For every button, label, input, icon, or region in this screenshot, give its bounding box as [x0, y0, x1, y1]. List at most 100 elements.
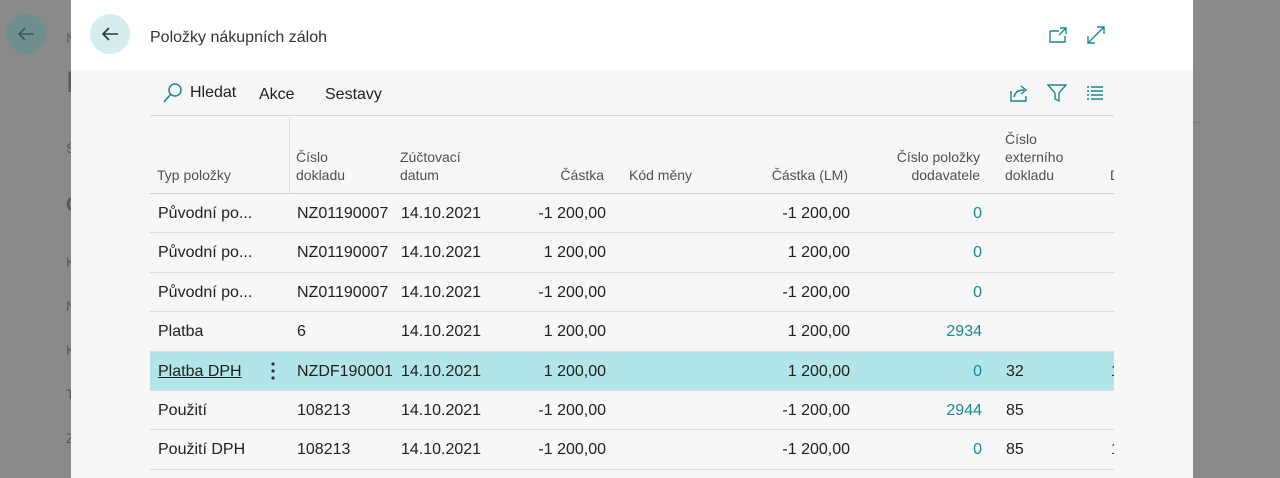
cell-cislo-polozky[interactable]: 2944 [890, 391, 982, 430]
column-header-externi-doklad[interactable]: Číslo externího dokladu [1005, 130, 1063, 184]
cell-typ[interactable]: Použití DPH [158, 430, 258, 469]
column-header-cislo-polozky[interactable]: Číslo položky dodavatele [875, 148, 980, 184]
expand-icon[interactable] [1085, 24, 1107, 46]
cell-castka-lm: -1 200,00 [782, 205, 850, 222]
actions-menu[interactable]: Akce [259, 86, 295, 104]
cell-kod-meny [629, 273, 729, 312]
cell-cislo-dokladu: NZ01190007 [297, 244, 389, 262]
action-bar: Hledat Akce Sestavy [150, 70, 1114, 116]
cell-extra [1111, 391, 1114, 430]
cell-cislo-dokladu: 108213 [297, 441, 351, 459]
cell-kod-meny [629, 352, 729, 391]
column-header-extra[interactable]: D [1110, 166, 1114, 184]
table-header: Typ položky Číslo dokladu Zúčtovací datum … [150, 117, 1114, 194]
cell-kod-meny [629, 312, 729, 351]
cell-cislo-polozky[interactable]: 0 [890, 194, 982, 233]
entries-table: Typ položky Číslo dokladu Zúčtovací datum … [150, 117, 1114, 470]
open-in-new-window-icon[interactable] [1047, 24, 1069, 46]
search-label: Hledat [190, 84, 237, 101]
cell-typ[interactable]: Původní po... [158, 233, 258, 272]
cell-castka-lm: -1 200,00 [782, 441, 850, 459]
cell-typ[interactable]: Platba DPH [158, 352, 258, 391]
cell-cislo-polozky[interactable]: 0 [890, 273, 982, 312]
back-button[interactable] [90, 14, 130, 54]
cell-extra [1111, 273, 1114, 312]
cell-kod-meny [629, 233, 729, 272]
column-header-castka[interactable]: Částka [530, 166, 604, 184]
cell-extra [1111, 312, 1114, 351]
cell-kod-meny [629, 391, 729, 430]
cell-externi-doklad [1006, 233, 1096, 272]
cell-datum: 14.10.2021 [401, 283, 482, 301]
cell-castka: 1 200,00 [543, 244, 606, 262]
cell-typ[interactable]: Původní po... [158, 273, 258, 312]
cell-datum: 14.10.2021 [401, 205, 482, 222]
column-divider [289, 117, 290, 194]
cell-cislo-dokladu: NZ01190007 [297, 283, 389, 301]
cell-cislo-dokladu: 108213 [297, 401, 351, 419]
cell-castka-lm: -1 200,00 [782, 401, 850, 419]
share-icon[interactable] [1008, 82, 1030, 104]
cell-extra [1111, 194, 1114, 233]
table-row[interactable]: Původní po... NZ01190007 14.10.2021 1 200,0… [150, 233, 1114, 273]
cell-datum: 14.10.2021 [401, 441, 482, 459]
cell-typ[interactable]: Platba [158, 312, 258, 351]
cell-castka-lm: 1 200,00 [787, 362, 850, 380]
cell-typ[interactable]: Použití [158, 391, 258, 430]
reports-menu[interactable]: Sestavy [325, 86, 382, 104]
cell-externi-doklad: 32 [1006, 362, 1024, 380]
dialog-header: Položky nákupních záloh [71, 0, 1193, 70]
list-view-icon[interactable] [1084, 82, 1106, 104]
table-row[interactable]: Platba DPH NZDF190001 14.10.2021 1 200,00 1 … [150, 351, 1114, 391]
cell-cislo-dokladu: NZ01190007 [297, 205, 389, 222]
cell-cislo-dokladu: NZDF190001 [297, 362, 392, 380]
cell-externi-doklad [1006, 312, 1096, 351]
arrow-left-icon [17, 27, 34, 41]
cell-datum: 14.10.2021 [401, 401, 482, 419]
column-header-kod-meny[interactable]: Kód měny [629, 166, 692, 184]
table-row[interactable]: Původní po... NZ01190007 14.10.2021 -1 200,… [150, 272, 1114, 313]
cell-datum: 14.10.2021 [401, 362, 482, 380]
cell-externi-doklad: 85 [1006, 441, 1024, 459]
filter-icon[interactable] [1046, 82, 1068, 104]
column-header-typ[interactable]: Typ položky [157, 166, 231, 184]
cell-cislo-dokladu: 6 [297, 323, 306, 341]
search-button[interactable]: Hledat [162, 82, 236, 104]
cell-castka: -1 200,00 [538, 283, 606, 301]
column-header-datum[interactable]: Zúčtovací datum [400, 148, 461, 184]
cell-castka: -1 200,00 [538, 401, 606, 419]
cell-externi-doklad [1006, 273, 1096, 312]
cell-cislo-polozky[interactable]: 0 [890, 233, 982, 272]
cell-kod-meny [629, 194, 729, 233]
column-header-castka-lm[interactable]: Částka (LM) [748, 166, 848, 184]
cell-typ[interactable]: Původní po... [158, 194, 258, 233]
purchase-advance-entries-dialog: Položky nákupních záloh Hledat Akce Sest… [71, 0, 1193, 478]
cell-cislo-polozky[interactable]: 2934 [890, 312, 982, 351]
cell-extra: 1 [1111, 352, 1114, 391]
page-title: Položky nákupních záloh [150, 29, 327, 46]
cell-datum: 14.10.2021 [401, 244, 482, 262]
cell-externi-doklad: 85 [1006, 401, 1024, 419]
cell-castka-lm: -1 200,00 [782, 283, 850, 301]
dialog-content: Hledat Akce Sestavy Typ položky Číslo dok… [150, 70, 1114, 478]
table-row[interactable]: Použití 108213 14.10.2021 -1 200,00 -1 200,0… [150, 390, 1114, 431]
background-divider [1193, 122, 1201, 123]
table-row[interactable]: Původní po... NZ01190007 14.10.2021 -1 200,… [150, 194, 1114, 234]
arrow-left-icon [101, 27, 118, 41]
column-header-cislo-dokladu[interactable]: Číslo dokladu [296, 148, 345, 184]
background-back-button [6, 14, 46, 54]
cell-kod-meny [629, 430, 729, 469]
cell-cislo-polozky[interactable]: 0 [890, 352, 982, 391]
cell-cislo-polozky[interactable]: 0 [890, 430, 982, 469]
table-row[interactable]: Použití DPH 108213 14.10.2021 -1 200,00 -1 2… [150, 430, 1114, 470]
search-icon [163, 83, 182, 103]
cell-castka-lm: 1 200,00 [787, 323, 850, 341]
cell-extra [1111, 233, 1114, 272]
table-row[interactable]: Platba 6 14.10.2021 1 200,00 1 200,00 2934 [150, 312, 1114, 352]
cell-castka: -1 200,00 [538, 205, 606, 222]
table-body: Původní po... NZ01190007 14.10.2021 -1 200,… [150, 194, 1114, 470]
cell-extra: 1 [1111, 430, 1114, 469]
row-menu-icon[interactable] [266, 352, 280, 391]
cell-datum: 14.10.2021 [401, 323, 482, 341]
cell-castka: -1 200,00 [538, 441, 606, 459]
